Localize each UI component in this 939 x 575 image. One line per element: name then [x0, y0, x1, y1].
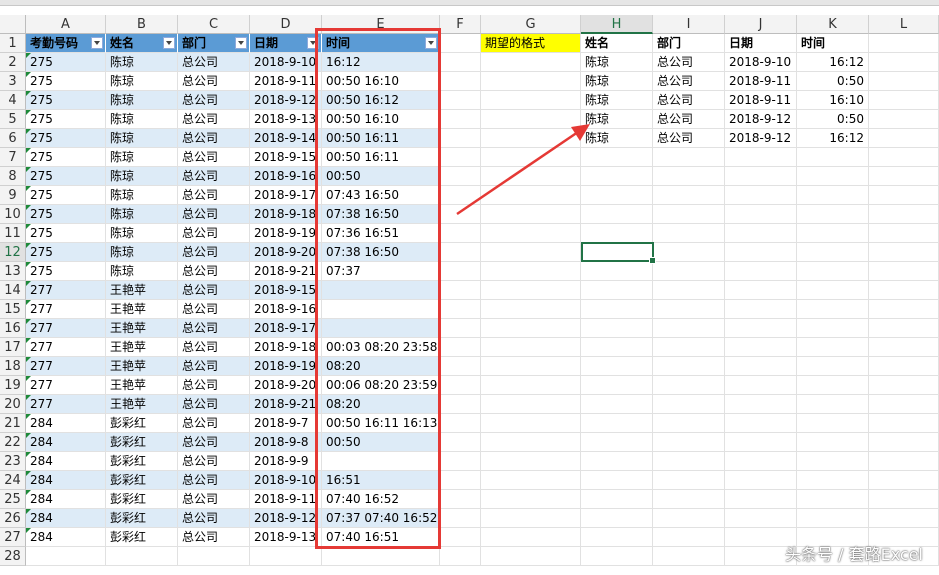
watermark-text: 头条号 / 套路Excel: [785, 545, 923, 564]
arrow-line: [456, 130, 579, 216]
arrow-head: [571, 124, 590, 141]
arrow-annotation: [456, 124, 590, 216]
